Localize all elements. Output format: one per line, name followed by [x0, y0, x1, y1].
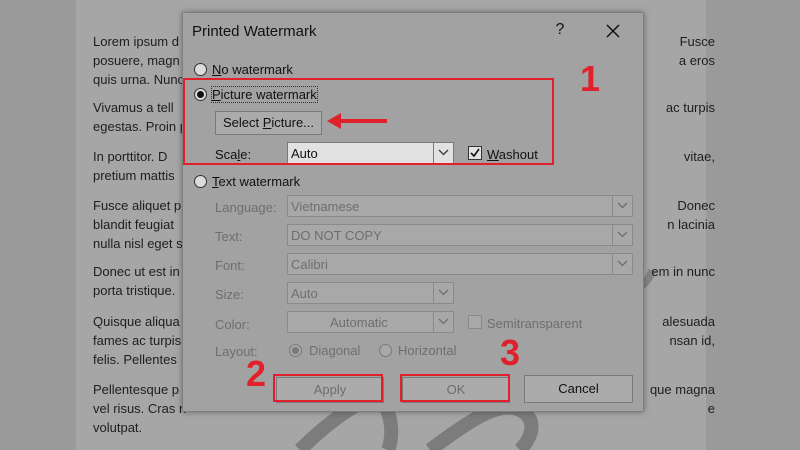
annotation-number-2: 2: [246, 353, 267, 394]
language-dropdown[interactable]: Vietnamese: [287, 195, 633, 217]
document-line-right-text: alesuada: [662, 314, 715, 329]
dialog-titlebar: Printed Watermark ?: [183, 13, 643, 51]
language-dropdown-arrow[interactable]: [612, 196, 632, 216]
color-dropdown-arrow[interactable]: [433, 312, 453, 332]
cancel-button[interactable]: Cancel: [524, 375, 633, 403]
document-line: volutpat.: [93, 418, 708, 437]
font-label: Font:: [215, 258, 245, 273]
annotation-box-ok: [400, 374, 510, 402]
chevron-down-icon: [438, 289, 449, 296]
document-line-right-text: vitae,: [683, 149, 715, 164]
no-watermark-label[interactable]: No watermark: [212, 62, 293, 77]
printed-watermark-dialog: Printed Watermark ? No watermark Picture…: [182, 12, 644, 412]
diagonal-label[interactable]: Diagonal: [309, 343, 360, 358]
document-line-left-text: pretium mattis: [93, 168, 175, 183]
annotation-box-apply: [273, 374, 383, 402]
size-value: Auto: [291, 286, 318, 301]
annotation-number-3: 3: [500, 332, 521, 373]
document-line-left-text: Fusce aliquet p: [93, 198, 182, 213]
horizontal-label[interactable]: Horizontal: [398, 343, 457, 358]
document-line-left-text: volutpat.: [93, 420, 143, 435]
diagonal-radio[interactable]: [289, 344, 302, 357]
document-line-left-text: Pellentesque p: [93, 382, 180, 397]
chevron-down-icon: [617, 260, 628, 267]
document-line-right-text: Donec: [677, 198, 715, 213]
document-line-left-text: Quisque aliqua: [93, 314, 180, 329]
size-dropdown-arrow[interactable]: [433, 283, 453, 303]
size-label: Size:: [215, 287, 244, 302]
document-line-left-text: egestas. Proin p: [93, 119, 187, 134]
document-line-left-text: In porttitor. D: [93, 149, 168, 164]
document-line-left-text: Donec ut est in: [93, 264, 180, 279]
document-line-left-text: blandit feugiat: [93, 217, 174, 232]
close-icon: [606, 24, 620, 38]
red-arrow-icon: [327, 113, 387, 129]
help-button[interactable]: ?: [552, 21, 568, 39]
horizontal-radio[interactable]: [379, 344, 392, 357]
text-label: Text:: [215, 229, 243, 244]
font-dropdown-arrow[interactable]: [612, 254, 632, 274]
font-value: Calibri: [291, 257, 328, 272]
color-dropdown[interactable]: Automatic: [287, 311, 454, 333]
document-line-left-text: vel risus. Cras n: [93, 401, 187, 416]
color-label: Color:: [215, 317, 250, 332]
document-line-left-text: Lorem ipsum d: [93, 34, 179, 49]
document-line-right-text: Fusce: [679, 34, 715, 49]
close-button[interactable]: [601, 19, 625, 43]
size-dropdown[interactable]: Auto: [287, 282, 454, 304]
document-line-right-text: n lacinia: [667, 217, 715, 232]
document-line-right-text: que magna: [649, 382, 715, 397]
document-line-left-text: fames ac turpis: [93, 333, 182, 348]
language-label: Language:: [215, 200, 277, 215]
chevron-down-icon: [617, 231, 628, 238]
document-line-right-text: em in nunc: [651, 264, 715, 279]
document-line-right-text: e: [707, 401, 715, 416]
font-dropdown[interactable]: Calibri: [287, 253, 633, 275]
text-watermark-radio[interactable]: [194, 175, 207, 188]
annotation-number-1: 1: [580, 58, 601, 99]
chevron-down-icon: [438, 318, 449, 325]
text-watermark-label[interactable]: Text watermark: [212, 174, 300, 189]
document-line-left-text: posuere, magn: [93, 53, 180, 68]
dialog-title: Printed Watermark: [192, 23, 317, 40]
chevron-down-icon: [617, 202, 628, 209]
semitransparent-label[interactable]: Semitransparent: [487, 316, 582, 331]
document-line-right-text: ac turpis: [665, 100, 715, 115]
semitransparent-checkbox[interactable]: [468, 315, 482, 329]
text-dropdown[interactable]: DO NOT COPY: [287, 224, 633, 246]
document-line-left-text: felis. Pellentes: [93, 352, 177, 367]
no-watermark-radio[interactable]: [194, 63, 207, 76]
document-line-left-text: nulla nisl eget s: [93, 236, 183, 251]
text-dropdown-arrow[interactable]: [612, 225, 632, 245]
document-line-right-text: a eros: [678, 53, 715, 68]
document-line-left-text: Vivamus a tell: [93, 100, 174, 115]
language-value: Vietnamese: [291, 199, 360, 214]
document-line-left-text: quis urna. Nunc: [93, 72, 185, 87]
document-line-right-text: nsan id,: [669, 333, 715, 348]
document-line-left-text: porta tristique.: [93, 283, 176, 298]
color-value: Automatic: [330, 315, 388, 330]
text-value: DO NOT COPY: [291, 228, 382, 243]
